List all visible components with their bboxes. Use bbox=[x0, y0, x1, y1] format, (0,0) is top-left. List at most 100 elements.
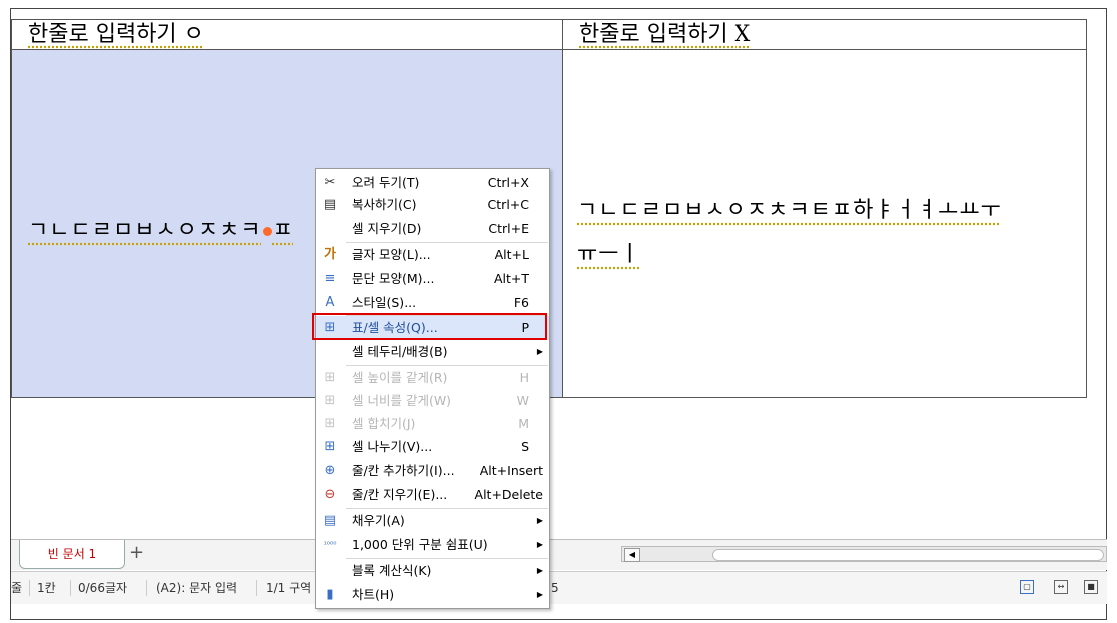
menu-item-label: 차트(H) bbox=[352, 587, 395, 602]
menu-item-insert-row-col[interactable]: ⊕ 줄/칸 추가하기(I)... Alt+Insert bbox=[316, 459, 549, 483]
menu-item-label: 블록 계산식(K) bbox=[352, 563, 432, 578]
equal-width-icon: ⊞ bbox=[324, 393, 336, 408]
text-cursor-marker bbox=[262, 226, 272, 236]
menu-item-label: 줄/칸 추가하기(I)... bbox=[352, 463, 455, 478]
menu-item-shortcut: Alt+Delete bbox=[474, 487, 543, 502]
tab-document-1[interactable]: 빈 문서 1 bbox=[19, 540, 125, 569]
menu-item-char-shape[interactable]: 가 글자 모양(L)... Alt+L bbox=[316, 243, 549, 267]
cell-a2-text-tail: ㅍ bbox=[272, 218, 294, 243]
page-view-icon[interactable]: ▢ bbox=[1020, 580, 1034, 594]
status-column: 1칸 bbox=[37, 581, 56, 595]
menu-item-label: 셀 합치기(J) bbox=[352, 416, 416, 431]
menu-item-shortcut: M bbox=[518, 416, 529, 431]
submenu-arrow-icon: ▶ bbox=[536, 347, 543, 356]
menu-item-label: 글자 모양(L)... bbox=[352, 247, 431, 262]
cell-a1-text: 한줄로 입력하기 ㅇ bbox=[28, 22, 204, 47]
status-partial: 5 bbox=[551, 581, 559, 595]
highlight-annotation-box bbox=[312, 313, 547, 340]
para-shape-icon: ≡ bbox=[324, 271, 336, 286]
status-divider bbox=[146, 580, 147, 596]
width-view-icon[interactable]: ↔ bbox=[1054, 580, 1068, 594]
menu-item-label: 셀 지우기(D) bbox=[352, 221, 422, 236]
cell-b2-line2-text: ㅠㅡㅣ bbox=[577, 242, 641, 267]
menu-item-shortcut: F6 bbox=[513, 295, 529, 310]
cell-a2-content: ㄱㄴㄷㄹㅁㅂㅅㅇㅈㅊㅋㅍ bbox=[28, 212, 294, 244]
merge-cells-icon: ⊞ bbox=[324, 416, 336, 431]
menu-item-cell-border-bg[interactable]: 셀 테두리/배경(B) ▶ bbox=[316, 340, 549, 364]
char-shape-icon: 가 bbox=[324, 247, 336, 262]
menu-item-label: 1,000 단위 구분 쉼표(U) bbox=[352, 537, 488, 552]
thousands-sep-icon: ¹⁰⁰⁰ bbox=[323, 540, 337, 549]
status-divider bbox=[29, 580, 30, 596]
split-cells-icon: ⊞ bbox=[324, 439, 336, 454]
menu-item-shortcut: Alt+T bbox=[493, 271, 529, 286]
menu-item-copy[interactable]: ▤ 복사하기(C) Ctrl+C bbox=[316, 193, 549, 217]
insert-row-col-icon: ⊕ bbox=[324, 463, 336, 478]
equal-height-icon: ⊞ bbox=[324, 370, 336, 385]
status-bar: 줄 1칸 0/66글자 (A2): 문자 입력 1/1 구역 5 ▢ ↔ ■ bbox=[11, 571, 1107, 604]
menu-item-label: 셀 높이를 같게(R) bbox=[352, 370, 448, 385]
menu-item-shortcut: H bbox=[519, 370, 529, 385]
menu-item-equal-height[interactable]: ⊞ 셀 높이를 같게(R) H bbox=[316, 366, 549, 390]
menu-item-split-cells[interactable]: ⊞ 셀 나누기(V)... S bbox=[316, 435, 549, 459]
submenu-arrow-icon: ▶ bbox=[536, 590, 543, 599]
horizontal-scrollbar[interactable]: ◀ bbox=[621, 546, 1107, 562]
menu-item-shortcut: Alt+Insert bbox=[479, 463, 543, 478]
cell-b2-line1-text: ㄱㄴㄷㄹㅁㅂㅅㅇㅈㅊㅋㅌㅍ하ㅑㅓㅕㅗㅛㅜ bbox=[577, 198, 1002, 223]
menu-item-label: 복사하기(C) bbox=[352, 197, 417, 212]
table-cell-b2[interactable]: ㄱㄴㄷㄹㅁㅂㅅㅇㅈㅊㅋㅌㅍ하ㅑㅓㅕㅗㅛㅜ ㅠㅡㅣ bbox=[563, 50, 1086, 397]
menu-item-shortcut: S bbox=[521, 439, 529, 454]
menu-item-cut[interactable]: ✂ 오려 두기(T) Ctrl+X bbox=[316, 171, 549, 195]
status-char-count: 0/66글자 bbox=[78, 581, 128, 595]
style-icon: A bbox=[325, 295, 335, 310]
scrollbar-thumb[interactable] bbox=[712, 549, 1104, 561]
menu-item-para-shape[interactable]: ≡ 문단 모양(M)... Alt+T bbox=[316, 267, 549, 291]
chart-icon: ▮ bbox=[326, 587, 334, 602]
cell-b2-line1: ㄱㄴㄷㄹㅁㅂㅅㅇㅈㅊㅋㅌㅍ하ㅑㅓㅕㅗㅛㅜ bbox=[577, 192, 1002, 224]
submenu-arrow-icon: ▶ bbox=[536, 566, 543, 575]
menu-item-thousands-separator[interactable]: ¹⁰⁰⁰ 1,000 단위 구분 쉼표(U) ▶ bbox=[316, 533, 549, 557]
delete-row-col-icon: ⊖ bbox=[324, 487, 336, 502]
cell-a2-text: ㄱㄴㄷㄹㅁㅂㅅㅇㅈㅊㅋ bbox=[28, 218, 262, 243]
menu-item-shortcut: Alt+L bbox=[494, 247, 529, 262]
menu-item-label: 줄/칸 지우기(E)... bbox=[352, 487, 448, 502]
scissors-icon: ✂ bbox=[324, 175, 336, 190]
menu-item-style[interactable]: A 스타일(S)... F6 bbox=[316, 291, 549, 315]
submenu-arrow-icon: ▶ bbox=[536, 516, 543, 525]
menu-item-label: 셀 테두리/배경(B) bbox=[352, 344, 448, 359]
menu-item-block-formula[interactable]: 블록 계산식(K) ▶ bbox=[316, 559, 549, 583]
cell-b2-line2: ㅠㅡㅣ bbox=[577, 236, 641, 268]
cell-b1-text: 한줄로 입력하기 X bbox=[579, 22, 751, 47]
document-tab-bar: 빈 문서 1 + ◀ bbox=[11, 539, 1107, 570]
submenu-arrow-icon: ▶ bbox=[536, 540, 543, 549]
status-divider bbox=[256, 580, 257, 596]
table-cell-b1[interactable]: 한줄로 입력하기 X bbox=[563, 20, 1086, 50]
menu-item-label: 셀 너비를 같게(W) bbox=[352, 393, 452, 408]
context-menu: ✂ 오려 두기(T) Ctrl+X ▤ 복사하기(C) Ctrl+C 셀 지우기… bbox=[315, 168, 550, 609]
menu-item-shortcut: W bbox=[516, 393, 529, 408]
menu-item-fill[interactable]: ▤ 채우기(A) ▶ bbox=[316, 509, 549, 533]
menu-item-label: 스타일(S)... bbox=[352, 295, 417, 310]
table-cell-a1[interactable]: 한줄로 입력하기 ㅇ bbox=[12, 20, 563, 50]
menu-item-equal-width[interactable]: ⊞ 셀 너비를 같게(W) W bbox=[316, 389, 549, 413]
scroll-left-icon[interactable]: ◀ bbox=[624, 548, 640, 562]
fill-icon: ▤ bbox=[323, 513, 337, 528]
status-cell-info: (A2): 문자 입력 bbox=[156, 581, 238, 595]
menu-item-shortcut: Ctrl+X bbox=[487, 175, 529, 190]
menu-item-chart[interactable]: ▮ 차트(H) ▶ bbox=[316, 583, 549, 607]
full-view-icon[interactable]: ■ bbox=[1084, 580, 1098, 594]
status-line: 줄 bbox=[11, 581, 23, 595]
menu-item-label: 오려 두기(T) bbox=[352, 175, 420, 190]
status-section: 1/1 구역 bbox=[266, 581, 312, 595]
menu-item-shortcut: Ctrl+C bbox=[487, 197, 529, 212]
menu-item-label: 채우기(A) bbox=[352, 513, 405, 528]
menu-item-label: 셀 나누기(V)... bbox=[352, 439, 433, 454]
status-divider bbox=[70, 580, 71, 596]
menu-item-label: 문단 모양(M)... bbox=[352, 271, 435, 286]
add-tab-button[interactable]: + bbox=[129, 544, 144, 562]
menu-item-shortcut: Ctrl+E bbox=[488, 221, 529, 236]
menu-item-delete-row-col[interactable]: ⊖ 줄/칸 지우기(E)... Alt+Delete bbox=[316, 483, 549, 507]
menu-item-clear-cell[interactable]: 셀 지우기(D) Ctrl+E bbox=[316, 217, 549, 241]
menu-item-merge-cells[interactable]: ⊞ 셀 합치기(J) M bbox=[316, 412, 549, 436]
copy-icon: ▤ bbox=[323, 197, 337, 212]
